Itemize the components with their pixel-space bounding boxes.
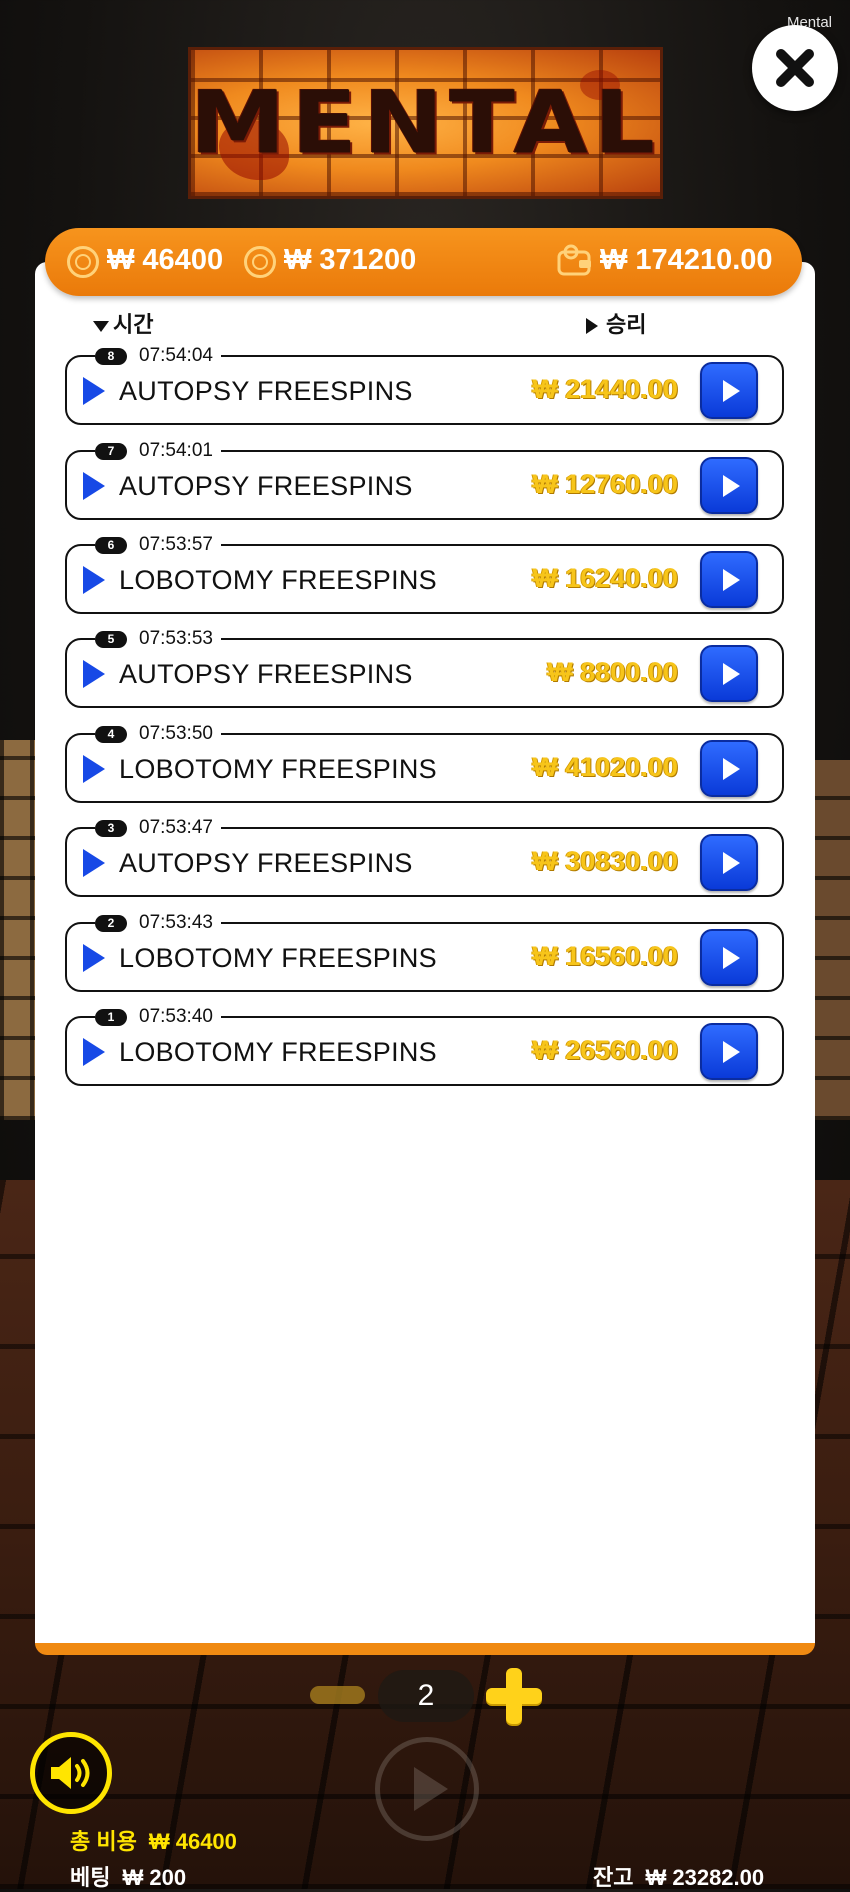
round-number-badge: 2 — [95, 914, 127, 932]
replay-button[interactable] — [700, 551, 758, 608]
background-window-right — [814, 760, 850, 1120]
bet-stat: 베팅 ₩ 200 — [70, 1860, 186, 1892]
win-amount: ₩ 16240.00 — [532, 563, 678, 593]
round-number-badge: 1 — [95, 1008, 127, 1026]
play-icon — [722, 379, 740, 402]
replay-button[interactable] — [700, 1023, 758, 1080]
play-icon — [722, 946, 740, 969]
coin-icon — [244, 246, 276, 278]
sort-by-win[interactable]: 승리 — [586, 307, 646, 339]
play-icon — [722, 851, 740, 874]
coin-icon — [67, 246, 99, 278]
wallet-value: ₩ 174210.00 — [600, 244, 773, 276]
replay-button[interactable] — [700, 362, 758, 419]
sort-right-icon — [586, 318, 598, 335]
replay-button[interactable] — [700, 929, 758, 986]
summary-bar: ₩ 46400 ₩ 371200 ₩ 174210.00 — [45, 228, 802, 296]
history-row: 5 07:53:53 AUTOPSY FREESPINS ₩ 8800.00 — [65, 628, 784, 708]
close-button[interactable] — [752, 25, 838, 111]
total-win-value: ₩ 371200 — [284, 244, 417, 276]
bet-label: 베팅 — [70, 1865, 111, 1890]
spin-button[interactable] — [375, 1737, 479, 1841]
round-time: 07:53:47 — [139, 817, 213, 838]
page-number: 2 — [378, 1670, 474, 1722]
play-icon — [83, 377, 105, 405]
sort-down-icon — [93, 320, 109, 332]
win-amount: ₩ 26560.00 — [532, 1035, 678, 1065]
play-icon — [83, 566, 105, 594]
round-time: 07:53:57 — [139, 534, 213, 555]
wallet-icon — [557, 244, 591, 276]
round-time: 07:54:04 — [139, 345, 213, 366]
round-number-badge: 5 — [95, 630, 127, 648]
logo-text: MENTAL — [190, 72, 661, 174]
feature-title: AUTOPSY FREESPINS — [119, 848, 413, 878]
win-amount: ₩ 30830.00 — [532, 846, 678, 876]
play-icon — [722, 474, 740, 497]
feature-title: LOBOTOMY FREESPINS — [119, 1037, 437, 1067]
round-time: 07:53:50 — [139, 723, 213, 744]
sound-toggle-button[interactable] — [30, 1732, 112, 1814]
win-amount: ₩ 12760.00 — [532, 469, 678, 499]
round-time: 07:54:01 — [139, 440, 213, 461]
next-page-button[interactable] — [486, 1668, 542, 1724]
win-amount: ₩ 8800.00 — [547, 657, 678, 687]
replay-button[interactable] — [700, 834, 758, 891]
round-number-badge: 8 — [95, 347, 127, 365]
close-icon — [776, 49, 814, 87]
round-number-badge: 3 — [95, 819, 127, 837]
play-icon — [722, 1040, 740, 1063]
play-icon — [722, 757, 740, 780]
round-number-badge: 7 — [95, 442, 127, 460]
history-row: 8 07:54:04 AUTOPSY FREESPINS ₩ 21440.00 — [65, 345, 784, 425]
feature-title: AUTOPSY FREESPINS — [119, 659, 413, 689]
history-row: 4 07:53:50 LOBOTOMY FREESPINS ₩ 41020.00 — [65, 723, 784, 803]
total-cost-value: ₩ 46400 — [107, 244, 224, 276]
play-icon — [83, 849, 105, 877]
history-row: 1 07:53:40 LOBOTOMY FREESPINS ₩ 26560.00 — [65, 1006, 784, 1086]
round-time: 07:53:40 — [139, 1006, 213, 1027]
previous-page-button[interactable] — [310, 1686, 365, 1704]
feature-title: AUTOPSY FREESPINS — [119, 471, 413, 501]
history-row: 7 07:54:01 AUTOPSY FREESPINS ₩ 12760.00 — [65, 440, 784, 520]
total-cost-amount: ₩ 46400 — [148, 1829, 237, 1854]
play-icon — [83, 472, 105, 500]
feature-title: AUTOPSY FREESPINS — [119, 376, 413, 406]
play-icon — [722, 568, 740, 591]
game-logo: MENTAL — [188, 47, 663, 199]
round-number-badge: 6 — [95, 536, 127, 554]
history-row: 2 07:53:43 LOBOTOMY FREESPINS ₩ 16560.00 — [65, 912, 784, 992]
feature-title: LOBOTOMY FREESPINS — [119, 943, 437, 973]
play-icon — [83, 755, 105, 783]
balance-amount: ₩ 23282.00 — [645, 1865, 765, 1890]
history-row: 3 07:53:47 AUTOPSY FREESPINS ₩ 30830.00 — [65, 817, 784, 897]
feature-title: LOBOTOMY FREESPINS — [119, 754, 437, 784]
round-number-badge: 4 — [95, 725, 127, 743]
balance-label: 잔고 — [593, 1865, 634, 1890]
bet-amount: ₩ 200 — [122, 1865, 187, 1890]
spin-icon — [414, 1767, 448, 1811]
speaker-icon — [51, 1757, 90, 1789]
win-amount: ₩ 16560.00 — [532, 941, 678, 971]
play-icon — [83, 944, 105, 972]
total-cost-label: 총 비용 — [70, 1829, 137, 1854]
total-cost-stat: 총 비용 ₩ 46400 — [70, 1824, 237, 1856]
replay-button[interactable] — [700, 740, 758, 797]
win-amount: ₩ 41020.00 — [532, 752, 678, 782]
win-amount: ₩ 21440.00 — [532, 374, 678, 404]
play-icon — [83, 1038, 105, 1066]
round-time: 07:53:43 — [139, 912, 213, 933]
balance-stat: 잔고 ₩ 23282.00 — [593, 1860, 764, 1892]
feature-title: LOBOTOMY FREESPINS — [119, 565, 437, 595]
background-window-left — [0, 740, 40, 1120]
round-time: 07:53:53 — [139, 628, 213, 649]
replay-button[interactable] — [700, 645, 758, 702]
play-icon — [83, 660, 105, 688]
history-row: 6 07:53:57 LOBOTOMY FREESPINS ₩ 16240.00 — [65, 534, 784, 614]
replay-button[interactable] — [700, 457, 758, 514]
sort-by-time[interactable]: 시간 — [93, 307, 153, 339]
play-icon — [722, 662, 740, 685]
